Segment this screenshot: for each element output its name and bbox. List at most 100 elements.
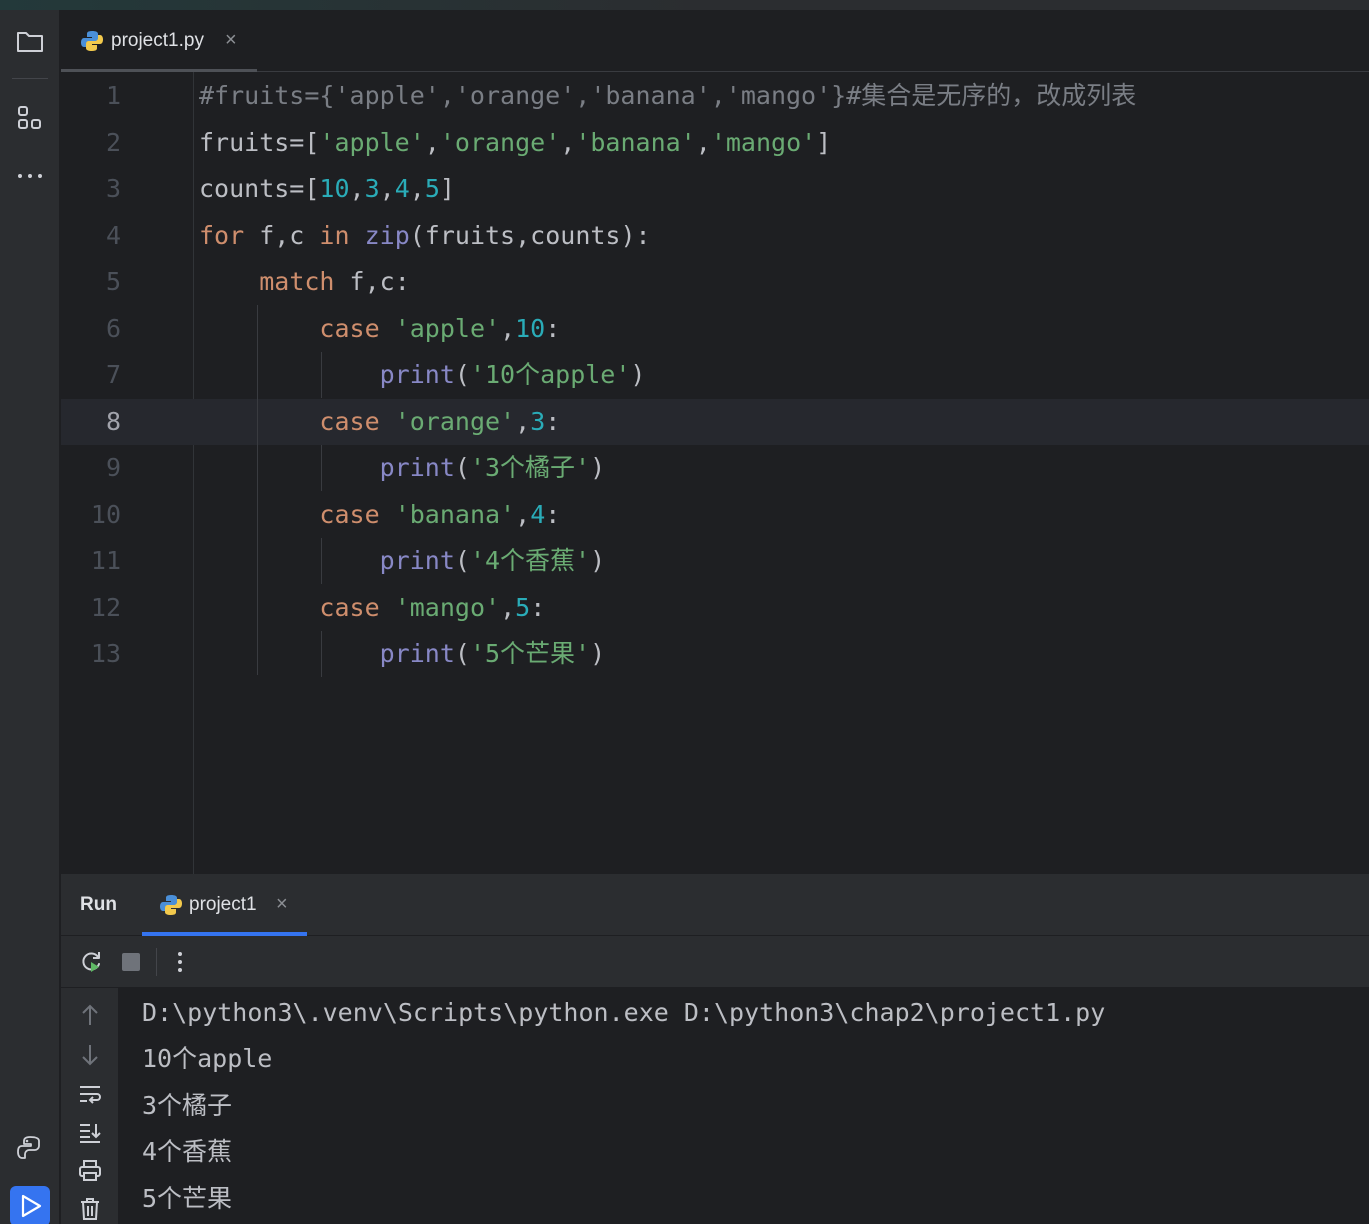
line-number: 1 (105, 81, 121, 110)
code-token: ( (454, 360, 470, 389)
line-number: 5 (105, 267, 121, 296)
scroll-to-end-button[interactable] (75, 1118, 105, 1148)
code-token: print (379, 453, 455, 482)
left-tool-strip (0, 10, 60, 1224)
code-text: print('3个橘子') (199, 445, 606, 491)
code-line[interactable]: 5 match f,c: (61, 259, 1369, 305)
line-number: 11 (90, 546, 121, 575)
code-token: 'banana' (394, 500, 516, 529)
scroll-down-button[interactable] (75, 1040, 105, 1070)
rerun-button[interactable] (77, 948, 105, 976)
structure-button[interactable] (10, 98, 50, 138)
editor-tab-bar: project1.py × (61, 10, 1369, 73)
code-token: '4个香蕉' (469, 546, 591, 575)
python-run-config-icon (160, 895, 182, 915)
print-button[interactable] (75, 1156, 105, 1186)
code-token: #fruits={'apple','orange','banana','mang… (199, 81, 1137, 110)
code-token: ( (454, 546, 470, 575)
code-text: case 'apple',10: (199, 306, 560, 352)
code-token: , (424, 128, 440, 157)
code-editor[interactable]: 1 #fruits={'apple','orange','banana','man… (61, 72, 1369, 874)
scroll-up-icon (82, 1004, 98, 1025)
code-token: , (515, 500, 531, 529)
code-token: , (349, 174, 365, 203)
top-strip-glow (0, 0, 700, 10)
code-token: 4 (394, 174, 410, 203)
more-tools-button[interactable] (10, 156, 50, 196)
code-token: f,c: (334, 267, 410, 296)
code-token: 4 (530, 500, 546, 529)
code-token: ) (590, 639, 606, 668)
line-number: 10 (90, 500, 121, 529)
close-run-tab-icon[interactable]: × (276, 893, 288, 915)
code-token: zip (364, 221, 410, 250)
code-token: ] (439, 174, 455, 203)
run-tab-project1[interactable]: project1 × (142, 874, 307, 936)
code-token: ) (630, 360, 646, 389)
code-token: print (379, 360, 455, 389)
console-line: 10个apple (142, 1044, 273, 1073)
editor-tab-label: project1.py (111, 30, 204, 51)
code-token: 3 (364, 174, 380, 203)
code-token: f,c (244, 221, 320, 250)
toolbar-separator (156, 948, 157, 976)
python-console-button[interactable] (10, 1128, 50, 1168)
line-number: 2 (105, 128, 121, 157)
run-panel-title: Run (80, 894, 117, 915)
code-token: 'orange' (394, 407, 516, 436)
code-token: , (515, 407, 531, 436)
code-token: 5 (424, 174, 440, 203)
code-line[interactable]: 1 #fruits={'apple','orange','banana','man… (61, 73, 1369, 119)
code-token: fruits=[ (199, 128, 320, 157)
scroll-up-button[interactable] (75, 1000, 105, 1030)
code-token: , (379, 174, 395, 203)
rerun-icon (82, 952, 100, 972)
run-options-button[interactable] (166, 948, 194, 976)
code-token: print (379, 639, 455, 668)
code-token: 'orange' (439, 128, 561, 157)
code-token: ) (590, 453, 606, 482)
clear-icon (81, 1198, 99, 1220)
code-token: counts=[ (199, 174, 320, 203)
code-token: ) (590, 546, 606, 575)
console-line-command: D:\python3\.venv\Scripts\python.exe D:\p… (142, 998, 1106, 1027)
project-folder-button[interactable] (10, 22, 50, 62)
console-line: 5个芒果 (142, 1184, 233, 1213)
code-token: , (695, 128, 711, 157)
run-tool-button[interactable] (10, 1186, 50, 1224)
stop-button[interactable] (117, 948, 145, 976)
close-tab-icon[interactable]: × (225, 29, 237, 51)
code-token: : (545, 407, 561, 436)
code-token: ( (454, 453, 470, 482)
clear-button[interactable] (75, 1194, 105, 1224)
code-token: case (319, 500, 380, 529)
python-console-icon (17, 1136, 40, 1159)
more-icon (18, 174, 42, 178)
python-file-icon (81, 31, 103, 51)
code-text: print('4个香蕉') (199, 538, 606, 584)
console-output[interactable]: D:\python3\.venv\Scripts\python.exe D:\p… (118, 988, 1369, 1224)
code-token: (fruits,counts): (409, 221, 651, 250)
code-token: , (560, 128, 576, 157)
editor-tab-project1-py[interactable]: project1.py × (61, 10, 257, 73)
code-token: 10 (515, 314, 546, 343)
console-line: 3个橘子 (142, 1091, 233, 1120)
code-line[interactable]: 4 for f,c in zip(fruits,counts): (61, 213, 1369, 259)
options-icon (178, 952, 182, 972)
stop-icon (122, 953, 140, 971)
line-number: 8 (105, 407, 121, 436)
code-token: case (319, 407, 380, 436)
code-token: 'apple' (394, 314, 501, 343)
indent-guide (257, 305, 258, 675)
code-line[interactable]: 2 fruits=['apple','orange','banana','mang… (61, 120, 1369, 166)
indent-guide (321, 631, 322, 677)
code-line[interactable]: 3 counts=[10,3,4,5] (61, 166, 1369, 212)
soft-wrap-button[interactable] (75, 1080, 105, 1110)
code-text: match f,c: (199, 259, 410, 305)
code-text: case 'banana',4: (199, 492, 560, 538)
